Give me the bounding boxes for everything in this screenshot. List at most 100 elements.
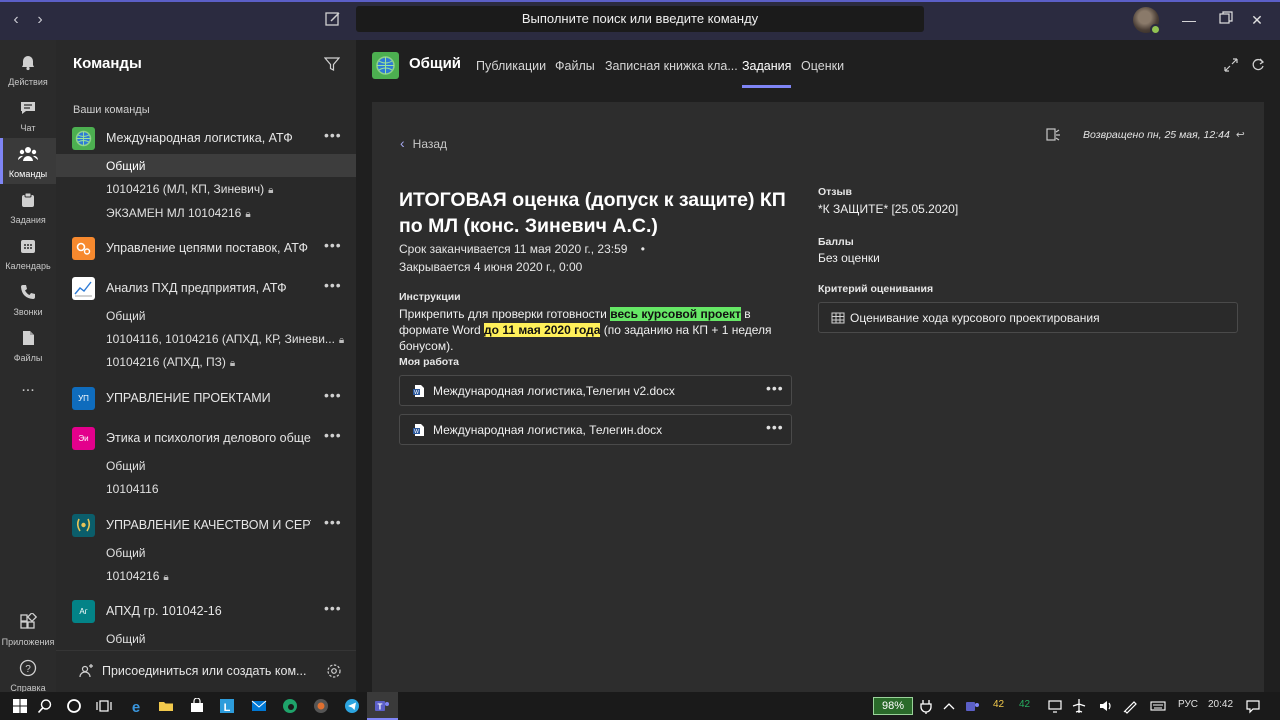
browser-icon[interactable] — [313, 698, 329, 714]
notifications-icon[interactable] — [1245, 698, 1261, 714]
tray-badge[interactable]: 42 — [1019, 699, 1030, 710]
rail-item-assignments[interactable]: Задания — [0, 184, 56, 230]
expand-icon[interactable] — [1224, 58, 1238, 72]
channel-item[interactable]: 10104116, 10104216 (АПХД, КР, Зиневи... 🔒… — [56, 327, 356, 350]
windows-start-icon[interactable] — [12, 698, 28, 714]
more-options-icon[interactable]: ••• — [324, 427, 342, 443]
channel-item[interactable]: Общий — [56, 304, 356, 327]
team-item[interactable]: Управление цепями поставок, АТФ ••• — [56, 233, 356, 263]
back-button[interactable]: ‹ Назад — [400, 135, 447, 151]
battery-indicator[interactable]: 98% — [873, 697, 913, 715]
channel-name: ЭКЗАМЕН МЛ 10104216 — [106, 206, 242, 220]
tab-class-notebook[interactable]: Записная книжка кла... — [605, 59, 738, 73]
instructions-label: Инструкции — [399, 291, 461, 303]
more-options-icon[interactable]: ••• — [766, 419, 784, 435]
rail-item-activity[interactable]: Действия — [0, 46, 56, 92]
edge-icon[interactable]: e — [128, 698, 144, 714]
team-item[interactable]: УП УПРАВЛЕНИЕ ПРОЕКТАМИ ••• — [56, 383, 356, 413]
team-item[interactable]: Анализ ПХД предприятия, АТФ ••• — [56, 273, 356, 303]
rail-label: Календарь — [5, 261, 51, 271]
more-options-icon[interactable]: ••• — [324, 237, 342, 253]
pen-icon[interactable] — [1122, 698, 1138, 714]
rail-item-teams[interactable]: Команды — [0, 138, 56, 184]
tab-assignments[interactable]: Задания — [742, 59, 792, 88]
channel-item[interactable]: 10104116 — [56, 477, 356, 500]
title-accent — [0, 0, 1280, 2]
search-icon[interactable] — [37, 698, 53, 714]
more-options-icon[interactable]: ••• — [324, 277, 342, 293]
tab-grades[interactable]: Оценки — [801, 59, 844, 73]
app-l-icon[interactable]: L — [219, 698, 235, 714]
more-options-icon[interactable]: ••• — [324, 127, 342, 143]
avatar[interactable] — [1133, 7, 1161, 35]
airplane-icon[interactable] — [1071, 698, 1087, 714]
taskbar-teams-active[interactable]: T — [367, 692, 398, 720]
more-options-icon[interactable]: ••• — [324, 514, 342, 530]
store-icon[interactable] — [189, 698, 205, 714]
refresh-icon[interactable] — [1251, 58, 1265, 72]
gear-icon[interactable] — [326, 663, 342, 679]
keyboard-icon[interactable] — [1150, 698, 1166, 714]
filter-icon[interactable] — [323, 56, 341, 72]
channel-item[interactable]: 10104216 (АПХД, ПЗ) 🔒︎ — [56, 350, 356, 373]
close-icon[interactable]: ✕ — [1247, 10, 1267, 30]
undo-icon[interactable]: ↩ — [1236, 129, 1245, 141]
back-arrow-icon[interactable]: ‹ — [6, 10, 26, 30]
more-options-icon[interactable]: ••• — [324, 600, 342, 616]
svg-text:W: W — [414, 429, 419, 435]
more-options-icon[interactable]: ••• — [766, 380, 784, 396]
attached-file[interactable]: W Международная логистика,Телегин v2.doc… — [399, 375, 792, 406]
new-edge-icon[interactable] — [282, 698, 298, 714]
rail-label: Команды — [8, 169, 48, 179]
forward-arrow-icon[interactable]: › — [30, 10, 50, 30]
channel-name: Общий — [106, 632, 146, 646]
minimize-icon[interactable]: — — [1179, 10, 1199, 30]
team-item[interactable]: Международная логистика, АТФ ••• — [56, 123, 356, 153]
mail-icon[interactable] — [251, 698, 267, 714]
immersive-reader-icon[interactable] — [1045, 126, 1063, 144]
tray-badge[interactable]: 42 — [993, 699, 1004, 710]
language-indicator[interactable]: РУС — [1178, 699, 1198, 710]
join-create-team[interactable]: Присоединиться или создать ком... — [56, 650, 356, 692]
tab-posts[interactable]: Публикации — [476, 59, 546, 73]
bell-icon — [22, 56, 34, 71]
rail-item-calendar[interactable]: Календарь — [0, 230, 56, 276]
chevron-up-icon[interactable] — [941, 698, 957, 714]
rubric-button[interactable]: Оценивание хода курсового проектирования — [818, 302, 1238, 333]
rail-item-apps[interactable]: Приложения — [0, 606, 56, 652]
channel-item[interactable]: 10104216 🔒︎ — [56, 564, 356, 587]
rail-more-button[interactable]: ... — [0, 374, 56, 420]
channel-item[interactable]: Общий — [56, 541, 356, 564]
svg-text:T: T — [378, 703, 383, 712]
instructions-text: Прикрепить для проверки готовности весь … — [399, 306, 799, 354]
more-options-icon[interactable]: ••• — [324, 387, 342, 403]
channel-item[interactable]: 10104216 (МЛ, КП, Зиневич) 🔒︎ — [56, 177, 356, 200]
rail-label: Файлы — [13, 353, 43, 363]
channel-item[interactable]: Общий — [56, 627, 356, 650]
due-text: Срок заканчивается 11 мая 2020 г., 23:59 — [399, 242, 628, 256]
task-view-icon[interactable] — [96, 698, 112, 714]
attached-file[interactable]: W Международная логистика, Телегин.docx … — [399, 414, 792, 445]
telegram-icon[interactable] — [344, 698, 360, 714]
team-item[interactable]: Эи Этика и психология делового обще... •… — [56, 423, 356, 453]
clock[interactable]: 20:42 — [1208, 699, 1233, 710]
volume-icon[interactable] — [1098, 698, 1114, 714]
cortana-icon[interactable] — [66, 698, 82, 714]
rail-item-calls[interactable]: Звонки — [0, 276, 56, 322]
rail-item-chat[interactable]: Чат — [0, 92, 56, 138]
lock-icon: 🔒︎ — [229, 358, 236, 369]
folder-icon[interactable] — [158, 698, 174, 714]
team-item[interactable]: УПРАВЛЕНИЕ КАЧЕСТВОМ И СЕРТИ... ••• — [56, 510, 356, 540]
compose-icon[interactable] — [324, 10, 344, 30]
tab-files[interactable]: Файлы — [555, 59, 595, 73]
rail-item-files[interactable]: Файлы — [0, 322, 56, 368]
channel-name: 10104216 — [106, 569, 160, 583]
monitor-icon[interactable] — [1047, 698, 1063, 714]
teams-tray-icon[interactable] — [964, 698, 980, 714]
search-input[interactable]: Выполните поиск или введите команду — [356, 6, 924, 32]
maximize-icon[interactable] — [1216, 10, 1236, 30]
channel-item[interactable]: ЭКЗАМЕН МЛ 10104216 🔒︎ — [56, 201, 356, 224]
channel-item[interactable]: Общий — [56, 454, 356, 477]
channel-item[interactable]: Общий — [56, 154, 356, 177]
team-item[interactable]: Аг АПХД гр. 101042-16 ••• — [56, 596, 356, 626]
